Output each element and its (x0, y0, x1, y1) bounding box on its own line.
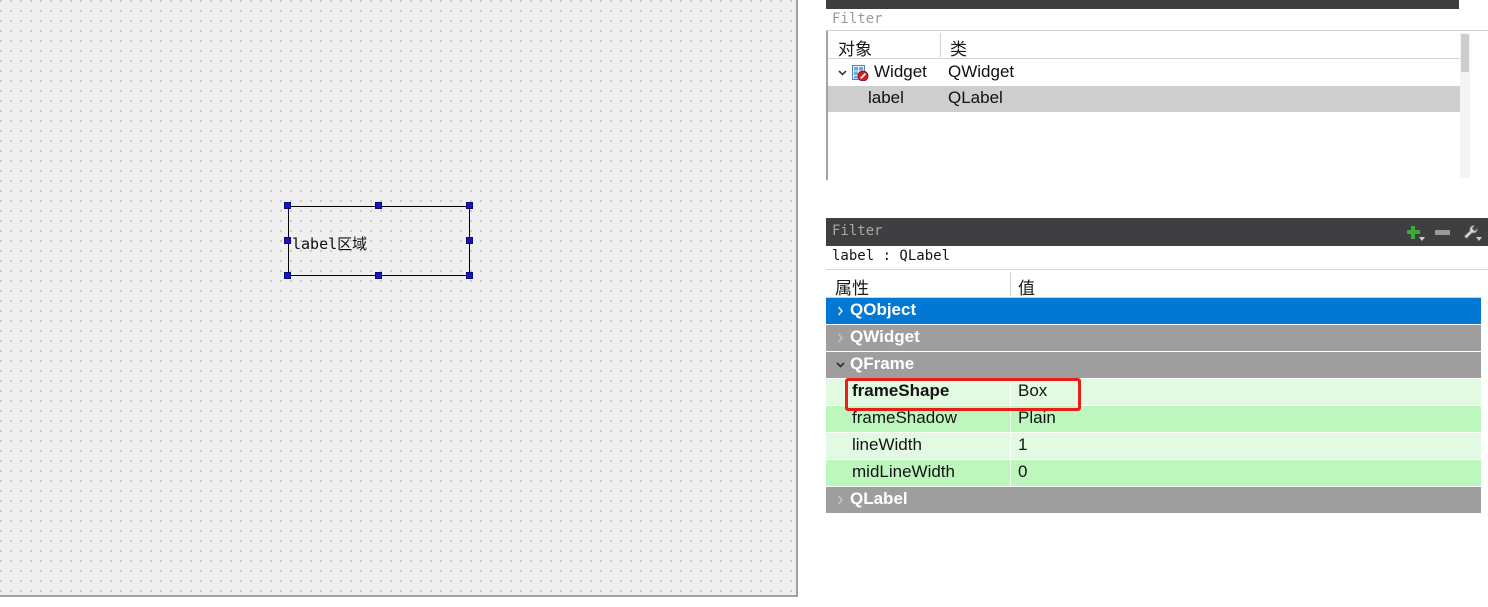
property-row-frameshadow[interactable]: frameShadow Plain (826, 406, 1481, 433)
property-name: midLineWidth (852, 462, 955, 481)
column-header-class[interactable]: 类 (950, 35, 967, 60)
tree-row-widget[interactable]: Widget QWidget (828, 60, 1460, 86)
property-editor-toolbar (1403, 221, 1484, 243)
remove-property-button[interactable] (1432, 221, 1456, 243)
property-group-name: QFrame (850, 354, 915, 373)
chevron-down-icon[interactable] (1476, 237, 1482, 241)
property-name: lineWidth (852, 435, 922, 454)
app-root: label区域 Filter 对象 类 Widget QWidget label… (0, 0, 1488, 607)
tree-item-name[interactable]: Widget (874, 62, 927, 82)
plus-icon-stem (1411, 226, 1416, 239)
property-table-header: 属性 值 (826, 270, 1481, 298)
chevron-right-icon[interactable] (834, 330, 847, 346)
property-row-midlinewidth[interactable]: midLineWidth 0 (826, 460, 1481, 487)
object-tree-header: 对象 类 (828, 31, 1460, 59)
row-column-divider (1010, 406, 1011, 433)
selected-object-label: label : QLabel (832, 248, 951, 264)
property-value[interactable]: Box (1018, 381, 1047, 401)
row-column-divider (1010, 460, 1011, 487)
property-table-body: QObject QWidget QFrame frameShape Box fr… (826, 298, 1488, 514)
property-row-linewidth[interactable]: lineWidth 1 (826, 433, 1481, 460)
row-column-divider (1010, 379, 1011, 406)
property-group-qframe[interactable]: QFrame (826, 352, 1481, 379)
chevron-right-icon[interactable] (834, 492, 847, 508)
tree-item-class: QWidget (948, 62, 1015, 81)
tree-item-name[interactable]: label (868, 88, 904, 108)
resize-handle-se[interactable] (466, 272, 473, 279)
property-value[interactable]: Plain (1018, 408, 1056, 428)
object-tree-scrollbar-thumb[interactable] (1461, 34, 1469, 72)
resize-handle-w[interactable] (284, 237, 291, 244)
configure-button[interactable] (1460, 221, 1484, 243)
property-group-name: QWidget (850, 327, 920, 346)
add-property-button[interactable] (1403, 221, 1427, 243)
property-filter-placeholder: Filter (832, 223, 883, 239)
resize-handle-nw[interactable] (284, 202, 291, 209)
property-editor-object-line: label : QLabel (826, 246, 1488, 270)
property-row-frameshape[interactable]: frameShape Box (826, 379, 1481, 406)
object-inspector-panel: Filter 对象 类 Widget QWidget label QLabel (826, 0, 1488, 180)
resize-handle-n[interactable] (375, 202, 382, 209)
property-group-qobject[interactable]: QObject (826, 298, 1481, 325)
selected-label-widget[interactable]: label区域 (284, 202, 473, 279)
tree-row-label[interactable]: label QLabel (828, 86, 1460, 112)
chevron-down-icon[interactable] (1419, 237, 1426, 241)
chevron-down-icon[interactable] (834, 357, 847, 373)
object-inspector-titlebar (826, 0, 1459, 9)
property-group-qwidget[interactable]: QWidget (826, 325, 1481, 352)
property-value[interactable]: 0 (1018, 462, 1027, 482)
column-divider[interactable] (940, 33, 941, 57)
property-editor-panel: Filter label: QLabel 属性 值 QObject QWidg… (826, 218, 1488, 528)
column-header-object[interactable]: 对象 (838, 35, 872, 60)
property-name: frameShape (852, 381, 950, 400)
column-header-value[interactable]: 值 (1018, 274, 1035, 299)
property-group-name: QObject (850, 300, 917, 319)
object-inspector-tree[interactable]: 对象 类 Widget QWidget label QLabel (826, 31, 1460, 180)
resize-handle-ne[interactable] (466, 202, 473, 209)
property-group-name: QLabel (850, 489, 908, 508)
chevron-down-icon[interactable] (836, 66, 849, 79)
tree-item-class: QLabel (948, 88, 1003, 107)
property-group-qlabel[interactable]: QLabel (826, 487, 1481, 514)
form-design-canvas[interactable]: label区域 (0, 0, 798, 597)
label-widget-text: label区域 (292, 235, 368, 253)
object-inspector-filter[interactable]: Filter (826, 9, 1488, 31)
column-header-property[interactable]: 属性 (835, 274, 869, 299)
wrench-icon (1462, 224, 1480, 246)
column-divider[interactable] (1010, 272, 1011, 296)
resize-handle-s[interactable] (375, 272, 382, 279)
property-value[interactable]: 1 (1018, 435, 1027, 455)
resize-handle-sw[interactable] (284, 272, 291, 279)
property-name: frameShadow (852, 408, 957, 427)
property-editor-filter-bar[interactable]: Filter (826, 218, 1488, 246)
object-filter-placeholder: Filter (832, 11, 883, 27)
row-column-divider (1010, 433, 1011, 460)
resize-handle-e[interactable] (466, 237, 473, 244)
minus-icon (1434, 230, 1450, 235)
chevron-right-icon[interactable] (834, 303, 847, 319)
widget-icon (852, 65, 869, 82)
